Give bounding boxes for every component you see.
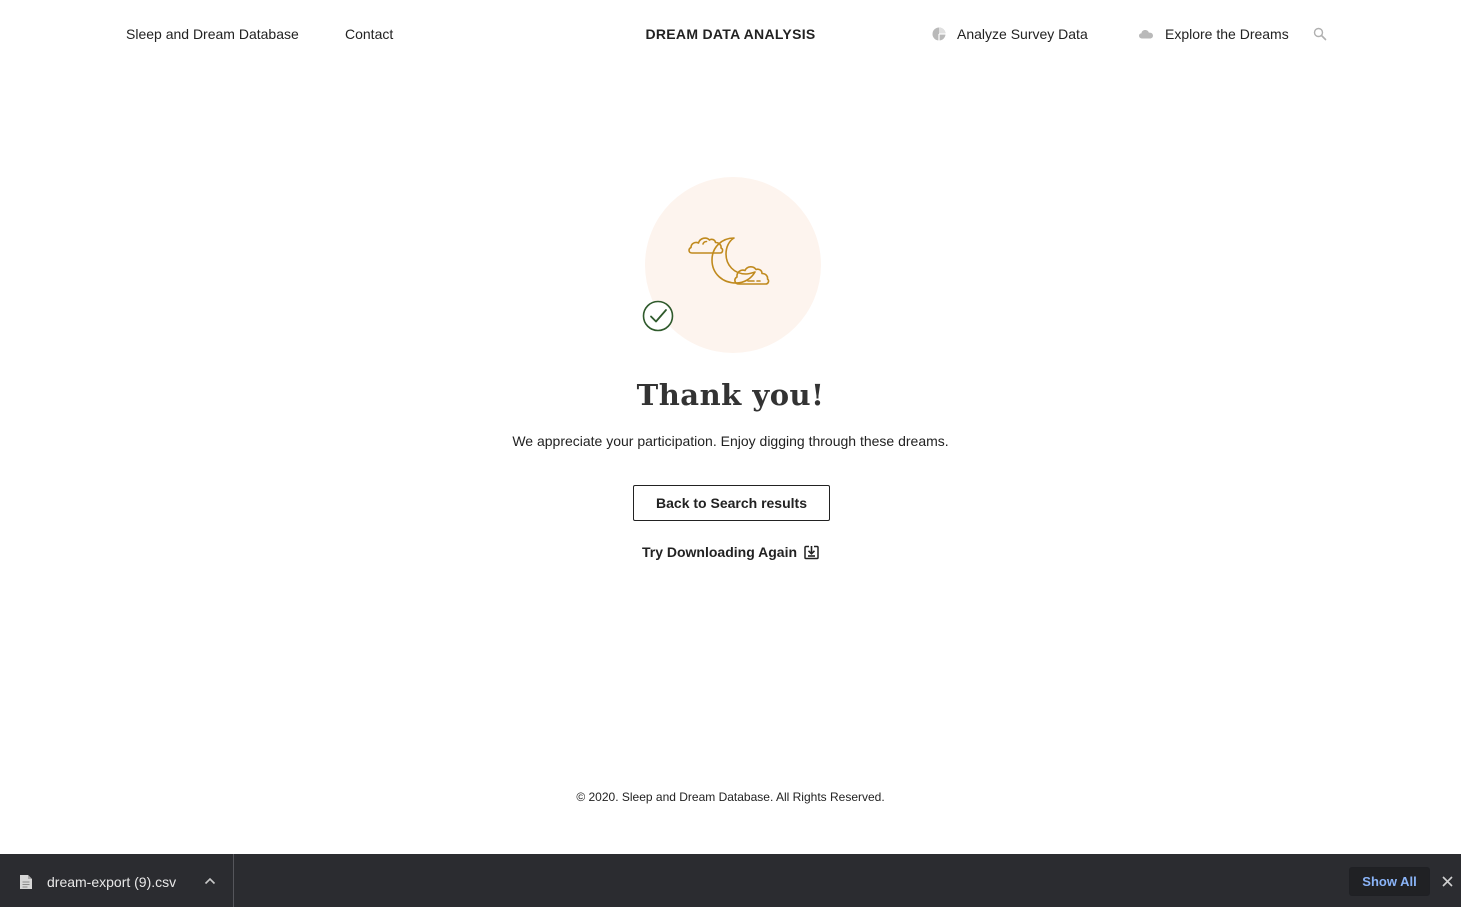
close-icon[interactable]: [1441, 875, 1454, 888]
nav-link-database[interactable]: Sleep and Dream Database: [126, 26, 299, 42]
cloud-icon: [1139, 30, 1153, 39]
show-all-button[interactable]: Show All: [1349, 867, 1430, 896]
check-circle-icon: [642, 300, 674, 332]
download-icon: [804, 545, 819, 559]
nav-link-analyze-label: Analyze Survey Data: [957, 26, 1088, 42]
download-filename: dream-export (9).csv: [47, 874, 177, 890]
pie-chart-icon: [932, 27, 946, 41]
footer-copyright: © 2020. Sleep and Dream Database. All Ri…: [576, 790, 885, 804]
chevron-up-icon[interactable]: [203, 876, 217, 886]
nav-link-contact[interactable]: Contact: [345, 26, 393, 42]
try-downloading-again-link[interactable]: Try Downloading Again: [0, 544, 1461, 560]
nav-link-explore-label: Explore the Dreams: [1165, 26, 1289, 42]
page: Sleep and Dream Database Contact DREAM D…: [0, 0, 1461, 907]
nav-link-explore[interactable]: Explore the Dreams: [1138, 26, 1289, 42]
download-item[interactable]: dream-export (9).csv: [0, 854, 234, 907]
thank-you-message: We appreciate your participation. Enjoy …: [512, 433, 949, 449]
moon-and-clouds-icon: [688, 237, 770, 285]
retry-link-label: Try Downloading Again: [641, 544, 798, 560]
file-icon: [20, 875, 32, 889]
search-icon[interactable]: [1313, 27, 1327, 41]
top-nav: Sleep and Dream Database Contact DREAM D…: [0, 0, 1461, 70]
thank-you-heading: Thank you!: [636, 378, 825, 412]
download-bar: dream-export (9).csv Show All: [0, 854, 1461, 907]
back-to-search-button[interactable]: Back to Search results: [633, 485, 830, 521]
nav-link-analyze[interactable]: Analyze Survey Data: [931, 26, 1088, 42]
